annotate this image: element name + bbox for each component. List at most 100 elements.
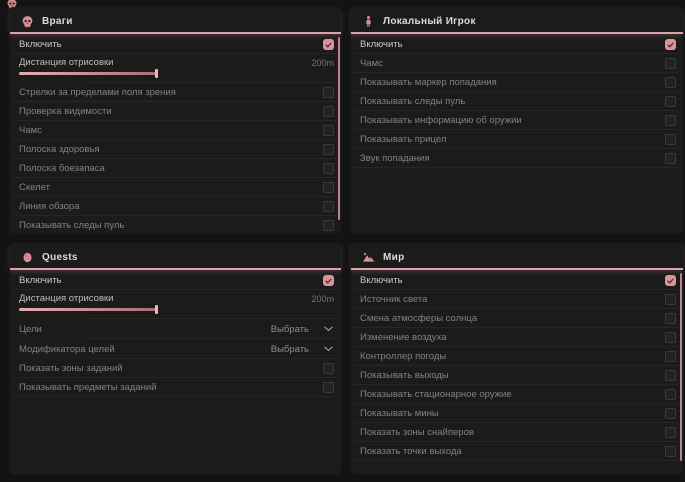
slider-label: Дистанция отрисовки — [19, 293, 113, 304]
setting-label: Показать зоны снайперов — [360, 427, 474, 438]
slider-track[interactable] — [19, 308, 157, 311]
setting-row: Полоска здоровья — [10, 140, 341, 159]
setting-label: Звук попадания — [360, 153, 430, 164]
select-control[interactable]: Выбрать — [271, 344, 334, 355]
scrollbar[interactable] — [338, 37, 340, 220]
slider-value: 200m — [311, 294, 334, 304]
checkbox[interactable] — [665, 275, 676, 286]
setting-label: Показывать прицел — [360, 134, 446, 145]
checkbox[interactable] — [665, 351, 676, 362]
slider-value: 200m — [311, 58, 334, 68]
setting-label: Полоска боезапаса — [19, 163, 105, 174]
panel-body: Включить Дистанция отрисовки 200m Цели Выбра… — [10, 271, 341, 474]
checkbox[interactable] — [665, 77, 676, 88]
setting-label: Включить — [360, 275, 403, 286]
checkbox[interactable] — [665, 294, 676, 305]
panel-body: Включить Чамс Показывать маркер попадания П… — [351, 35, 683, 233]
checkbox[interactable] — [665, 370, 676, 381]
setting-row: Полоска боезапаса — [10, 159, 341, 178]
checkbox[interactable] — [323, 144, 334, 155]
checkbox[interactable] — [665, 153, 676, 164]
setting-label: Показывать выходы — [360, 370, 449, 381]
setting-label: Включить — [19, 39, 62, 50]
slider-row: Дистанция отрисовки 200m — [10, 290, 341, 319]
checkbox[interactable] — [323, 106, 334, 117]
checkbox[interactable] — [323, 87, 334, 98]
setting-row: Чамс — [351, 54, 683, 73]
orb-icon — [21, 251, 34, 264]
cheat-menu-screen: ВрагиВключитьДистанция отрисовки200mСтре… — [0, 0, 685, 482]
checkbox[interactable] — [665, 58, 676, 69]
setting-label: Показывать следы пуль — [360, 96, 465, 107]
panel-header: Мир — [351, 244, 683, 270]
checkbox[interactable] — [665, 427, 676, 438]
setting-row: Смена атмосферы солнца — [351, 309, 683, 328]
setting-label: Линия обзора — [19, 201, 80, 212]
slider-handle[interactable] — [155, 305, 158, 314]
setting-row: Контроллер погоды — [351, 347, 683, 366]
setting-row: Показывать предметы заданий — [10, 378, 341, 397]
panel-header: Quests — [10, 244, 341, 270]
setting-row: Показывать прицел — [351, 130, 683, 149]
checkbox[interactable] — [323, 382, 334, 393]
setting-row: Линия обзора — [10, 197, 341, 216]
slider-track[interactable] — [19, 72, 157, 75]
setting-label: Показать точки выхода — [360, 446, 462, 457]
checkbox[interactable] — [665, 39, 676, 50]
checkbox[interactable] — [323, 275, 334, 286]
select-value: Выбрать — [271, 324, 309, 335]
setting-label: Чамс — [360, 58, 383, 69]
setting-row: Показывать маркер попадания — [351, 73, 683, 92]
setting-label: Проверка видимости — [19, 106, 112, 117]
setting-label: Полоска здоровья — [19, 144, 100, 155]
slider-labels: Дистанция отрисовки 200m — [19, 292, 334, 305]
slider-label: Дистанция отрисовки — [19, 57, 113, 68]
scrollbar[interactable] — [680, 273, 682, 461]
setting-label: Скелет — [19, 182, 50, 193]
checkbox[interactable] — [323, 163, 334, 174]
checkbox[interactable] — [323, 363, 334, 374]
setting-label: Показывать мины — [360, 408, 439, 419]
setting-label: Включить — [360, 39, 403, 50]
setting-label: Изменение воздуха — [360, 332, 447, 343]
checkbox[interactable] — [665, 115, 676, 126]
panel-title: Мир — [383, 252, 405, 263]
setting-row: Источник света — [351, 290, 683, 309]
checkbox[interactable] — [665, 332, 676, 343]
panel-enemies: ВрагиВключитьДистанция отрисовки200mСтре… — [10, 8, 341, 233]
setting-row: Показывать информацию об оружии — [351, 111, 683, 130]
setting-label: Показывать маркер попадания — [360, 77, 497, 88]
checkbox[interactable] — [665, 408, 676, 419]
panel-local-player: Локальный ИгрокВключитьЧамсПоказывать ма… — [351, 8, 683, 233]
select-label: Цели — [19, 324, 42, 335]
setting-row: Включить — [10, 271, 341, 290]
checkbox[interactable] — [323, 39, 334, 50]
setting-row: Показать зоны снайперов — [351, 423, 683, 442]
checkbox[interactable] — [665, 446, 676, 457]
checkbox[interactable] — [665, 313, 676, 324]
setting-row: Проверка видимости — [10, 102, 341, 121]
setting-row: Показывать выходы — [351, 366, 683, 385]
checkbox[interactable] — [665, 389, 676, 400]
person-icon — [362, 15, 375, 28]
setting-label: Источник света — [360, 294, 427, 305]
select-value: Выбрать — [271, 344, 309, 355]
slider-handle[interactable] — [155, 69, 158, 78]
setting-label: Включить — [19, 275, 62, 286]
setting-row: Звук попадания — [351, 149, 683, 168]
select-control[interactable]: Выбрать — [271, 324, 334, 335]
checkbox[interactable] — [323, 182, 334, 193]
slider-row: Дистанция отрисовки 200m — [10, 54, 341, 83]
setting-row: Включить — [351, 35, 683, 54]
checkbox[interactable] — [665, 134, 676, 145]
setting-row: Изменение воздуха — [351, 328, 683, 347]
setting-row: Показывать мины — [351, 404, 683, 423]
panel-body: ВключитьДистанция отрисовки200mСтрелки з… — [10, 35, 341, 233]
checkbox[interactable] — [323, 220, 334, 231]
checkbox[interactable] — [323, 125, 334, 136]
checkbox[interactable] — [665, 96, 676, 107]
panel-header: Враги — [10, 8, 341, 34]
checkbox[interactable] — [323, 201, 334, 212]
setting-label: Показать зоны заданий — [19, 363, 123, 374]
setting-row: Чамс — [10, 121, 341, 140]
